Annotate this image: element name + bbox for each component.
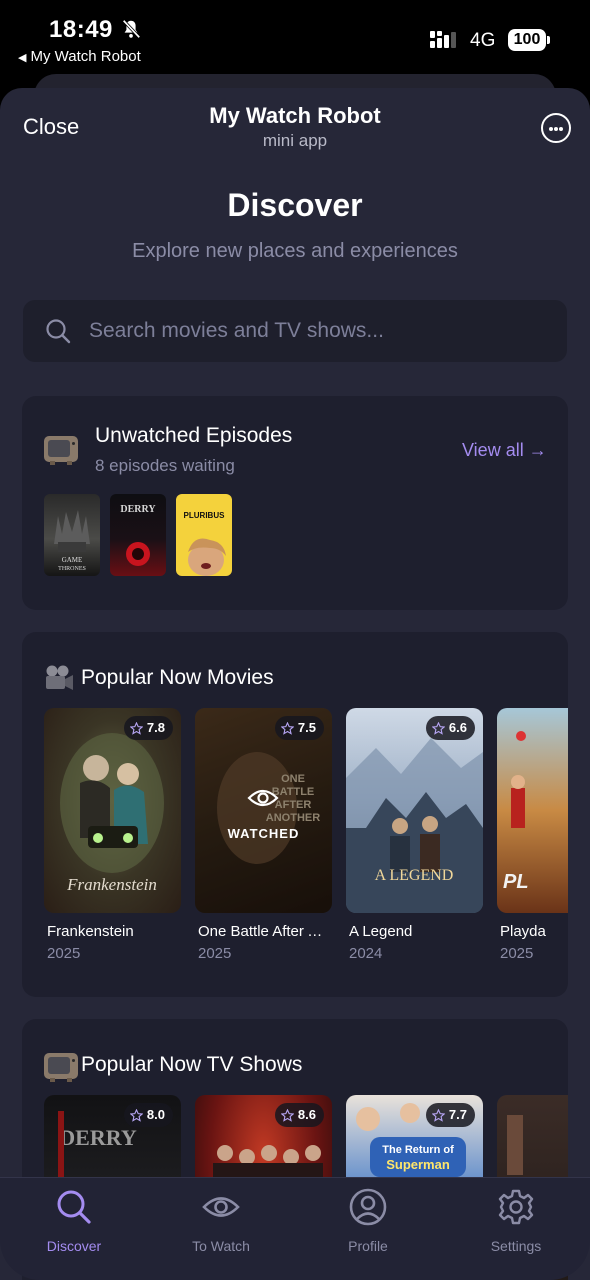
movie-year: 2025 (47, 945, 81, 962)
status-bar: 18:49 ◀ My Watch Robot 4G 100 (0, 0, 590, 80)
search-bar[interactable] (23, 300, 567, 362)
movie-year: 2025 (198, 945, 232, 962)
rating-badge: 8.0 (123, 1103, 173, 1127)
tv-icon (44, 434, 78, 465)
movie-camera-icon (46, 665, 73, 690)
signal-icon (430, 31, 456, 48)
episode-thumbnail[interactable]: PLURIBUS (176, 494, 232, 576)
search-icon (46, 319, 71, 344)
unwatched-title: Unwatched Episodes (95, 424, 293, 447)
unwatched-episodes-card[interactable]: Unwatched Episodes 8 episodes waiting Vi… (22, 396, 568, 610)
more-dot-icon (559, 127, 563, 131)
popular-movies-title: Popular Now Movies (81, 666, 274, 689)
back-to-app-link[interactable]: ◀ My Watch Robot (18, 48, 141, 65)
page-subtitle: Explore new places and experiences (132, 240, 458, 262)
battery-tip (547, 36, 550, 44)
rating-badge: 6.6 (425, 716, 475, 740)
rating-badge: 7.8 (123, 716, 173, 740)
search-input[interactable] (89, 300, 549, 362)
bottom-navigation: Discover To Watch Profile Settings (0, 1177, 590, 1280)
rating-badge: 8.6 (274, 1103, 324, 1127)
svg-text:A LEGEND: A LEGEND (375, 867, 454, 884)
eye-icon (247, 789, 279, 807)
star-icon (280, 721, 294, 735)
nav-item-discover[interactable]: Discover (19, 1188, 129, 1258)
rating-value: 8.6 (297, 1107, 316, 1122)
rating-value: 6.6 (448, 720, 467, 735)
watched-label: WATCHED (227, 826, 300, 841)
rating-value: 7.8 (146, 720, 165, 735)
movie-year: 2025 (500, 945, 534, 962)
nav-item-to-watch[interactable]: To Watch (166, 1188, 276, 1258)
mini-app-header: Close My Watch Robot mini app (0, 88, 590, 168)
mini-app-sheet: Close My Watch Robot mini app Discover E… (0, 88, 590, 1280)
eye-icon (202, 1197, 240, 1217)
unwatched-subtitle: 8 episodes waiting (95, 456, 235, 475)
movie-title[interactable]: A Legend (349, 923, 479, 940)
status-time: 18:49 (49, 16, 113, 43)
nav-item-profile[interactable]: Profile (313, 1188, 423, 1258)
svg-text:PL: PL (503, 871, 529, 893)
bell-slash-icon (122, 19, 141, 39)
back-triangle-icon: ◀ (18, 52, 27, 64)
user-icon (349, 1188, 387, 1226)
svg-text:DERRY: DERRY (59, 1125, 137, 1150)
rating-value: 7.7 (448, 1107, 467, 1122)
star-icon (129, 1108, 143, 1122)
view-all-link[interactable]: View all → (462, 440, 547, 461)
star-icon (431, 1108, 445, 1122)
rating-value: 7.5 (297, 720, 316, 735)
svg-text:DERRY: DERRY (120, 504, 156, 515)
star-icon (129, 721, 143, 735)
movie-poster[interactable]: PL (497, 708, 568, 913)
movie-poster[interactable]: A LEGEND 6.6 (346, 708, 483, 913)
nav-label: Settings (490, 1238, 542, 1254)
search-icon (57, 1190, 91, 1224)
rating-badge: 7.5 (274, 716, 324, 740)
movie-title[interactable]: Frankenstein (47, 923, 177, 940)
svg-text:THRONES: THRONES (58, 566, 86, 572)
nav-item-settings[interactable]: Settings (461, 1188, 571, 1258)
svg-text:Frankenstein: Frankenstein (66, 875, 157, 894)
more-options-button[interactable] (541, 113, 571, 143)
nav-label: To Watch (192, 1238, 250, 1254)
movie-poster[interactable]: ONE BATTLE AFTER ANOTHER WATCHED 7.5 (195, 708, 332, 913)
nav-label: Profile (348, 1238, 388, 1254)
svg-text:Superman: Superman (386, 1157, 450, 1172)
svg-text:GAME: GAME (62, 556, 83, 564)
gear-icon (498, 1189, 534, 1225)
svg-text:PLURIBUS: PLURIBUS (184, 511, 226, 520)
app-title: My Watch Robot (209, 103, 381, 128)
movie-title[interactable]: One Battle After Another (198, 923, 328, 940)
app-subtitle: mini app (262, 131, 328, 150)
network-type: 4G (470, 30, 496, 51)
movie-title[interactable]: Playda (500, 923, 546, 940)
back-app-label: My Watch Robot (30, 48, 141, 65)
svg-text:The Return of: The Return of (382, 1144, 454, 1156)
page-title: Discover (227, 187, 363, 223)
movie-poster[interactable]: Frankenstein 7.8 (44, 708, 181, 913)
battery-indicator: 100 (508, 29, 546, 51)
episode-thumbnail[interactable]: DERRY (110, 494, 166, 576)
more-dot-icon (554, 127, 558, 131)
movie-year: 2024 (349, 945, 383, 962)
popular-movies-card: Popular Now Movies Frankenstein 7.8 Fran… (22, 632, 568, 997)
nav-label: Discover (46, 1238, 102, 1254)
star-icon (280, 1108, 294, 1122)
more-dot-icon (549, 127, 553, 131)
episode-thumbnail[interactable]: GAME THRONES (44, 494, 100, 576)
rating-value: 8.0 (146, 1107, 165, 1122)
rating-badge: 7.7 (425, 1103, 475, 1127)
popular-tv-title: Popular Now TV Shows (81, 1053, 303, 1076)
tv-icon (44, 1051, 78, 1082)
star-icon (431, 721, 445, 735)
